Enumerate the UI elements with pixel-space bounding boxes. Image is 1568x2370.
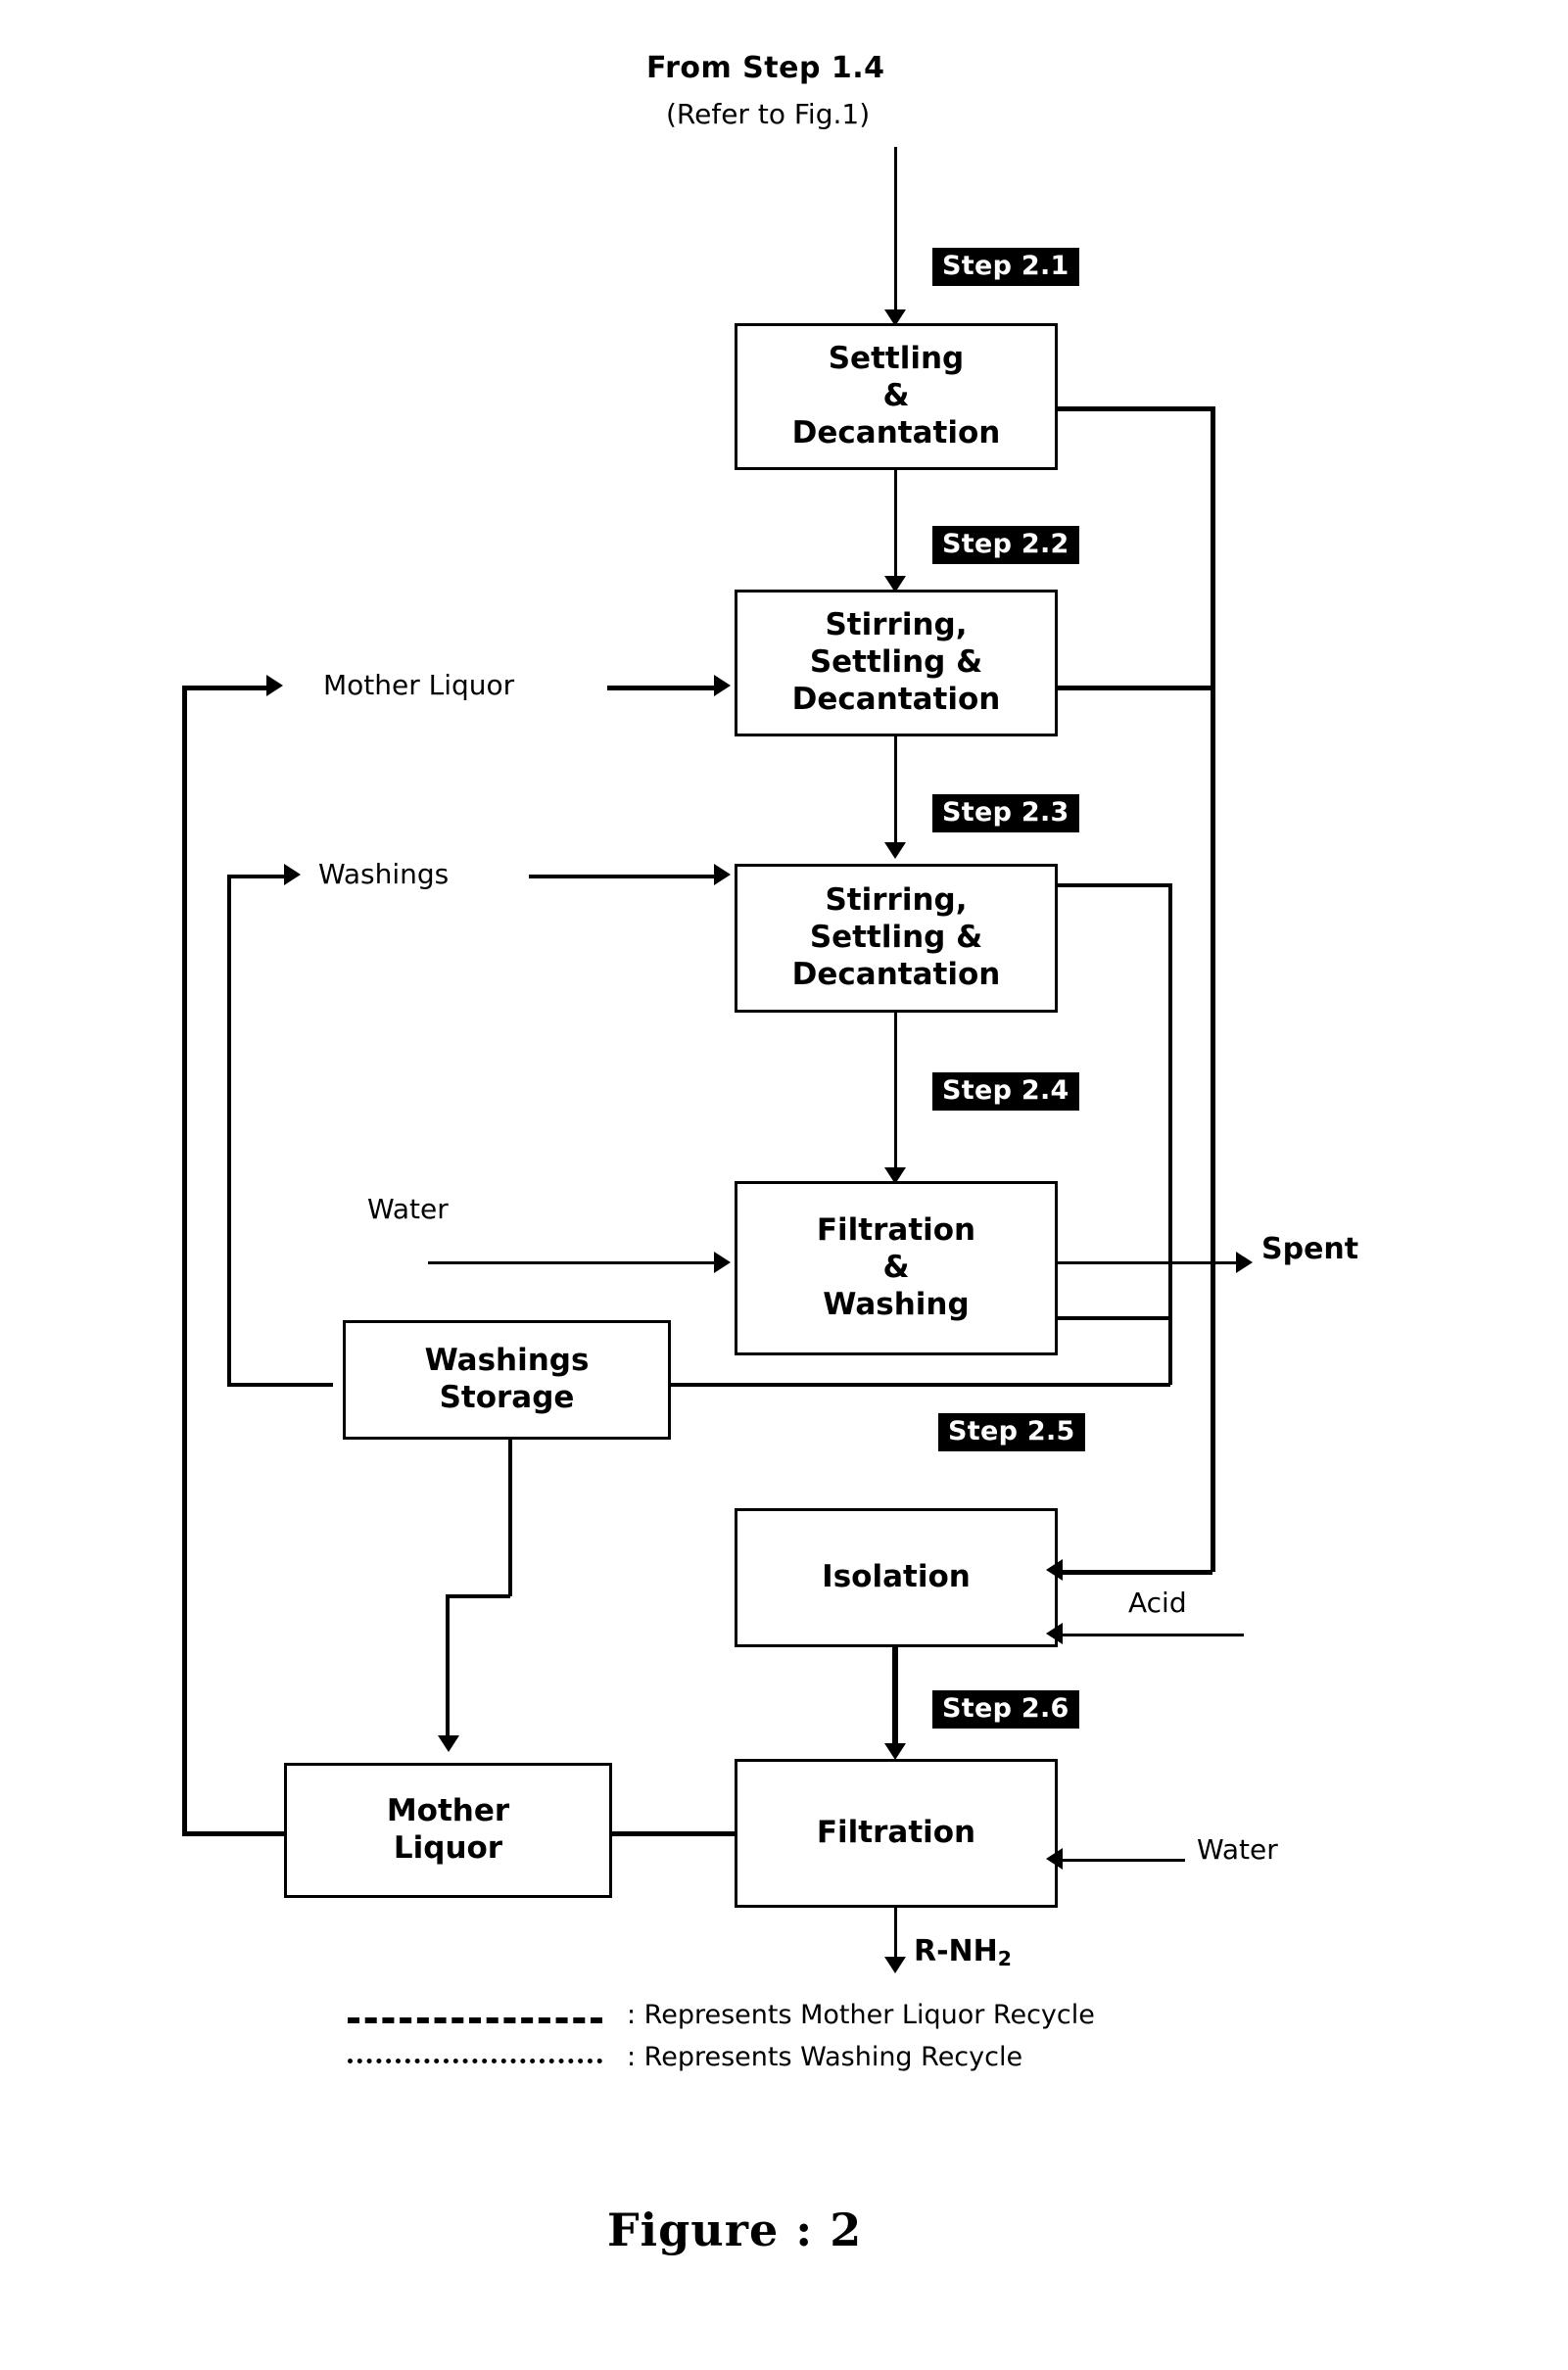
box-stirring2-text: Stirring, Settling & Decantation bbox=[791, 882, 1001, 992]
connector-settling-to-stirring1 bbox=[894, 470, 897, 586]
arrowhead-wash-into-mother-liquor bbox=[438, 1735, 459, 1752]
step-badge-2-6: Step 2.6 bbox=[932, 1690, 1079, 1729]
wash-left-trunk bbox=[227, 875, 231, 1384]
connector-stirring1-to-stirring2 bbox=[894, 736, 897, 852]
box-stirring-settling-decantation-1[interactable]: Stirring, Settling & Decantation bbox=[735, 590, 1058, 736]
label-washings-stream: Washings bbox=[318, 858, 450, 890]
box-stirring-settling-decantation-2[interactable]: Stirring, Settling & Decantation bbox=[735, 864, 1058, 1013]
arrowhead-spent bbox=[1236, 1252, 1253, 1273]
label-water-bottom: Water bbox=[1197, 1833, 1278, 1866]
wash-into-storage bbox=[666, 1383, 1170, 1387]
box-stirring1-text: Stirring, Settling & Decantation bbox=[791, 607, 1001, 717]
arrowhead-ml-into-isolation bbox=[1046, 1559, 1063, 1581]
wash-branch-top bbox=[1058, 883, 1170, 887]
ml-box-to-filtration bbox=[612, 1831, 735, 1836]
step-badge-2-1: Step 2.1 bbox=[932, 248, 1079, 286]
wash-storage-down bbox=[508, 1440, 512, 1596]
product-subscript: 2 bbox=[997, 1947, 1012, 1971]
box-washings-storage-text: Washings Storage bbox=[424, 1343, 590, 1415]
arrowhead-into-filtration bbox=[884, 1743, 906, 1760]
box-settling-decantation[interactable]: Settling & Decantation bbox=[735, 323, 1058, 470]
legend-dashed-sample bbox=[348, 2017, 602, 2023]
label-acid: Acid bbox=[1128, 1587, 1187, 1619]
box-filtration-washing[interactable]: Filtration & Washing bbox=[735, 1181, 1058, 1355]
page-title: From Step 1.4 bbox=[646, 51, 885, 85]
wash-storage-elbow bbox=[446, 1594, 510, 1598]
wash-to-stirring2 bbox=[529, 875, 717, 878]
box-filtration-washing-text: Filtration & Washing bbox=[816, 1212, 976, 1322]
label-mother-liquor-stream: Mother Liquor bbox=[323, 669, 515, 701]
ml-branch-from-stirring1 bbox=[1058, 686, 1212, 690]
legend-mother-liquor-text: : Represents Mother Liquor Recycle bbox=[627, 2000, 1095, 2030]
arrowhead-acid-into-isolation bbox=[1046, 1623, 1063, 1644]
arrowhead-water-into-filtration bbox=[1046, 1848, 1063, 1870]
box-isolation[interactable]: Isolation bbox=[735, 1508, 1058, 1647]
step-badge-2-4: Step 2.4 bbox=[932, 1072, 1079, 1111]
arrowhead-into-stirring2 bbox=[884, 842, 906, 859]
acid-line bbox=[1063, 1634, 1244, 1636]
water-top-line bbox=[428, 1261, 718, 1264]
arrowhead-product bbox=[884, 1957, 906, 1973]
legend-washing-text: : Represents Washing Recycle bbox=[627, 2042, 1023, 2072]
connector-isolation-to-filtration bbox=[892, 1647, 898, 1753]
label-product: R-NH2 bbox=[914, 1934, 1012, 1971]
page-subtitle: (Refer to Fig.1) bbox=[666, 98, 871, 130]
connector-header-to-settling bbox=[894, 147, 897, 318]
water-bottom-line bbox=[1063, 1859, 1185, 1862]
figure-caption: Figure : 2 bbox=[607, 2204, 863, 2256]
box-washings-storage[interactable]: Washings Storage bbox=[343, 1320, 671, 1440]
arrowhead-ml-left-elbow bbox=[266, 675, 283, 696]
box-isolation-text: Isolation bbox=[822, 1559, 971, 1595]
box-settling-decantation-text: Settling & Decantation bbox=[791, 341, 1001, 450]
spent-line bbox=[1058, 1261, 1240, 1264]
wash-storage-left-link bbox=[227, 1383, 333, 1387]
step-badge-2-5: Step 2.5 bbox=[938, 1413, 1085, 1451]
label-spent: Spent bbox=[1261, 1232, 1359, 1266]
ml-right-trunk bbox=[1211, 406, 1215, 1572]
step-badge-2-3: Step 2.3 bbox=[932, 794, 1079, 832]
box-filtration[interactable]: Filtration bbox=[735, 1759, 1058, 1908]
ml-to-stirring1 bbox=[607, 686, 717, 690]
arrowhead-wash-into-stirring2 bbox=[714, 864, 731, 885]
ml-into-isolation bbox=[1063, 1570, 1212, 1575]
wash-left-top-elbow bbox=[227, 875, 288, 878]
box-mother-liquor[interactable]: Mother Liquor bbox=[284, 1763, 612, 1898]
ml-branch-from-settling bbox=[1058, 406, 1212, 411]
arrowhead-wash-left-elbow bbox=[284, 864, 301, 885]
step-badge-2-2: Step 2.2 bbox=[932, 526, 1079, 564]
connector-stirring2-to-filtration-washing bbox=[894, 1013, 897, 1177]
box-filtration-text: Filtration bbox=[816, 1815, 976, 1851]
legend-dotted-sample bbox=[348, 2059, 602, 2063]
ml-bottom-into-box bbox=[182, 1831, 286, 1836]
figure-canvas: From Step 1.4 (Refer to Fig.1) Step 2.1 … bbox=[0, 0, 1568, 2370]
wash-storage-down2 bbox=[446, 1594, 450, 1741]
ml-left-trunk bbox=[182, 686, 187, 1831]
arrowhead-ml-into-stirring1 bbox=[714, 675, 731, 696]
ml-left-top-elbow bbox=[182, 686, 270, 690]
wash-from-filtration-washing bbox=[1058, 1316, 1170, 1320]
box-mother-liquor-text: Mother Liquor bbox=[386, 1793, 510, 1866]
wash-right-trunk bbox=[1168, 883, 1172, 1385]
arrowhead-water-into-filtration-washing bbox=[714, 1252, 731, 1273]
label-water-top: Water bbox=[367, 1193, 449, 1225]
